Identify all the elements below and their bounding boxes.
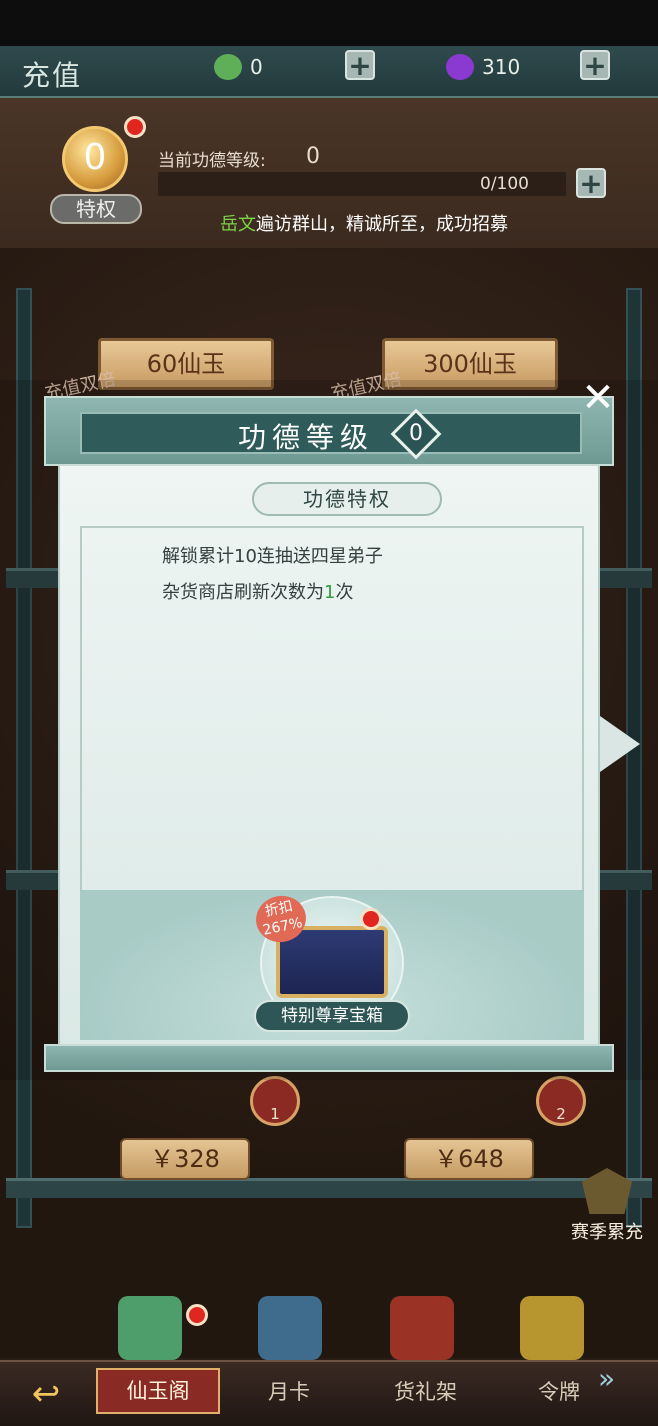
jade-pavilion-icon	[118, 1296, 182, 1360]
nav-notification-dot	[186, 1304, 208, 1326]
more-chevron-icon[interactable]: »	[598, 1362, 615, 1395]
dialog-title: 功德等级	[238, 421, 375, 454]
add-merit-button[interactable]: +	[576, 168, 606, 198]
back-arrow-icon[interactable]: ↩	[18, 1374, 74, 1414]
merit-level-label: 当前功德等级:	[158, 151, 266, 171]
page-title: 充值	[22, 59, 83, 92]
gift-badge-left: 1	[250, 1076, 300, 1126]
section-title: 功德特权	[252, 482, 442, 516]
announcement-name: 岳文	[220, 214, 256, 235]
dialog-scroll-bottom	[44, 1044, 614, 1072]
merit-panel: 0 特权 当前功德等级: 0 0/100 + 岳文遍访群山，精诚所至，成功招募	[0, 98, 658, 248]
chest-area: 折扣 267% 特别尊享宝箱	[80, 890, 584, 1040]
perk-item: 解锁累计10连抽送四星弟子	[162, 546, 383, 567]
tab-monthly-card[interactable]: 月卡	[268, 1376, 310, 1406]
perk-prefix: 杂货商店刷新次数为	[162, 582, 324, 603]
announcement-marquee: 岳文遍访群山，精诚所至，成功招募	[220, 210, 508, 236]
jade-currency: 0	[214, 54, 263, 80]
perk-item: 杂货商店刷新次数为1次	[162, 578, 353, 604]
gem-currency: 310	[446, 54, 520, 80]
shelf-board	[6, 1178, 652, 1198]
perk-suffix: 次	[335, 582, 354, 603]
dialog-scroll-top: 功德等级 0	[44, 396, 614, 466]
merit-progress-text: 0/100	[480, 174, 529, 194]
merit-level-coin[interactable]: 0	[62, 126, 128, 192]
price-button-648[interactable]: ￥648	[404, 1138, 534, 1180]
tab-token[interactable]: 令牌	[538, 1376, 580, 1406]
season-helmet-icon	[582, 1168, 632, 1214]
merit-level-value: 0	[306, 144, 320, 169]
gift-shelf-icon	[390, 1296, 454, 1360]
season-recharge-label: 赛季累充	[571, 1222, 643, 1243]
bottom-nav: ↩ 仙玉阁 月卡 货礼架 令牌	[0, 1360, 658, 1426]
top-bar: 充值 0 + 310 +	[0, 46, 658, 98]
jade-currency-value: 0	[250, 55, 263, 79]
price-button-328[interactable]: ￥328	[120, 1138, 250, 1180]
tab-jade-pavilion[interactable]: 仙玉阁	[96, 1368, 220, 1414]
season-recharge-button[interactable]: 赛季累充	[562, 1168, 652, 1248]
next-page-arrow-icon[interactable]	[600, 716, 640, 772]
add-jade-button[interactable]: +	[345, 50, 375, 80]
close-icon[interactable]: ✕	[578, 378, 618, 418]
status-bar	[0, 0, 658, 46]
add-gem-button[interactable]: +	[580, 50, 610, 80]
merit-level-dialog: 功德等级 0 ✕ 功德特权 解锁累计10连抽送四星弟子 杂货商店刷新次数为1次 …	[44, 378, 615, 1074]
gem-currency-value: 310	[482, 55, 521, 79]
gift-badge-right: 2	[536, 1076, 586, 1126]
chest-notification-dot	[360, 908, 382, 930]
jade-icon	[214, 54, 242, 80]
dialog-level-value: 0	[409, 421, 423, 446]
notification-dot	[124, 116, 146, 138]
exclusive-chest-button[interactable]: 特别尊享宝箱	[254, 1000, 410, 1032]
announcement-text: 遍访群山，精诚所至，成功招募	[256, 214, 508, 235]
tab-gift-shelf[interactable]: 货礼架	[394, 1376, 457, 1406]
perk-number: 1	[324, 582, 336, 603]
privilege-button[interactable]: 特权	[50, 194, 142, 224]
token-icon	[520, 1296, 584, 1360]
gem-icon	[446, 54, 474, 80]
dialog-body: 功德特权 解锁累计10连抽送四星弟子 杂货商店刷新次数为1次 折扣 267% 特…	[58, 466, 600, 1044]
monthly-card-icon	[258, 1296, 322, 1360]
